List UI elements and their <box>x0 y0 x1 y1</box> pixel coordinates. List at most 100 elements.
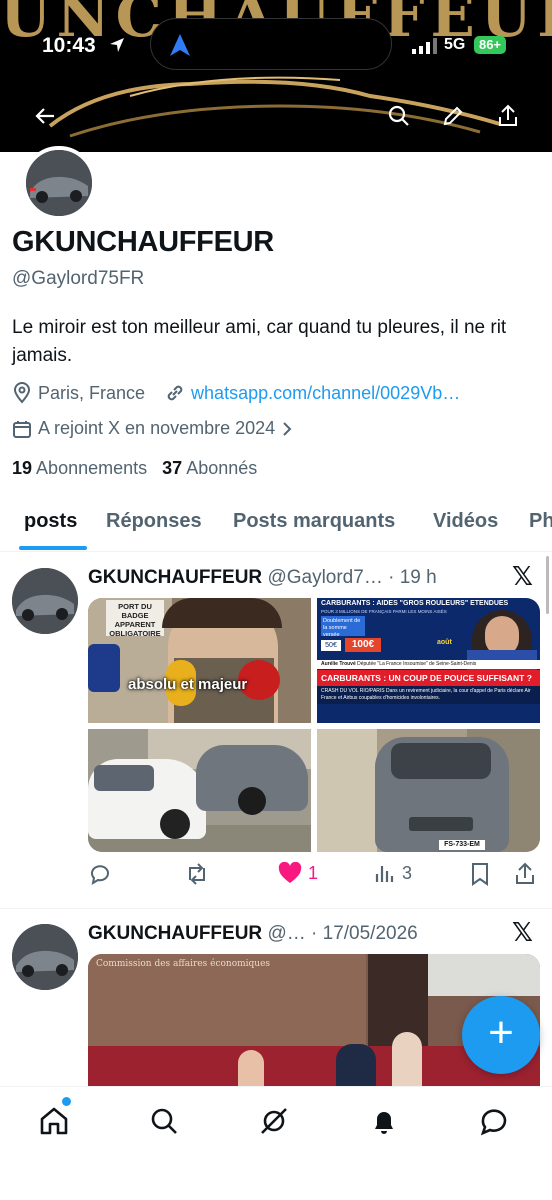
tv-speaker-name: Aurélie Trouvé <box>321 661 356 667</box>
views-button[interactable]: 3 <box>374 862 412 884</box>
heart-filled-icon <box>278 862 302 883</box>
scrollbar[interactable] <box>546 556 549 614</box>
post-handle: @… <box>267 923 306 944</box>
media-tile-tv[interactable]: CARBURANTS : AIDES "GROS ROULEURS" ÉTEND… <box>317 598 540 723</box>
views-count: 3 <box>402 862 413 883</box>
tv-price-to: 100€ <box>345 638 381 652</box>
like-button[interactable]: 1 <box>278 862 318 884</box>
notification-dot <box>62 1097 71 1106</box>
signal-bars-icon <box>412 38 437 54</box>
bottom-navigation <box>0 1086 552 1200</box>
license-plate: FS-733-EM <box>439 840 485 850</box>
wall-text: Commission des affaires économiques <box>96 959 271 969</box>
media-tile-press[interactable]: PORT DU BADGE APPARENT OBLIGATOIRE absol… <box>88 598 311 723</box>
status-time: 10:43 <box>42 34 96 57</box>
tv-header: CARBURANTS : AIDES "GROS ROULEURS" ÉTEND… <box>321 600 509 607</box>
post-header: GKUNCHAUFFEUR @… · 17/05/2026 <box>88 923 418 945</box>
dynamic-island <box>150 18 392 70</box>
media-tile-parked-cars[interactable] <box>88 729 311 852</box>
post-divider <box>0 908 552 909</box>
follow-stats: 19 Abonnements 37 Abonnés <box>12 458 257 479</box>
battery-indicator: 86+ <box>474 36 506 54</box>
share-button[interactable] <box>493 101 523 131</box>
profile-joined: A rejoint X en novembre 2024 <box>38 418 276 438</box>
tab-videos[interactable]: Vidéos <box>433 510 498 533</box>
active-tab-indicator <box>19 546 87 550</box>
network-type: 5G <box>444 36 466 53</box>
post-media-grid: PORT DU BADGE APPARENT OBLIGATOIRE absol… <box>88 598 540 852</box>
followers-label: Abonnés <box>186 458 258 478</box>
tv-box: Doublement de la somme versée <box>321 616 365 638</box>
repost-button[interactable] <box>184 862 216 886</box>
tab-replies[interactable]: Réponses <box>106 510 202 533</box>
x-logo-icon: 𝕏 <box>512 562 533 592</box>
media-tile-grey-car[interactable]: FS-733-EM <box>317 729 540 852</box>
location-pin-icon <box>13 382 31 404</box>
following-link[interactable]: 19 Abonnements <box>12 458 147 478</box>
search-button[interactable] <box>384 101 414 131</box>
tv-month: août <box>437 639 452 646</box>
video-caption: absolu et majeur <box>128 676 248 693</box>
tv-banner: CARBURANTS : UN COUP DE POUCE SUFFISANT … <box>317 670 540 686</box>
pencil-icon <box>443 106 463 126</box>
share-icon <box>499 104 517 126</box>
bookmark-button[interactable] <box>470 862 490 886</box>
x-logo-icon: 𝕏 <box>512 918 533 948</box>
navigation-arrow-icon <box>170 34 190 56</box>
profile-joined-row[interactable]: A rejoint X en novembre 2024 <box>12 418 293 439</box>
profile-avatar[interactable] <box>22 146 96 220</box>
tab-highlights[interactable]: Posts marquants <box>233 510 395 533</box>
post-time: · 17/05/2026 <box>311 923 418 944</box>
post-author[interactable]: GKUNCHAUFFEUR <box>88 923 262 944</box>
tab-photos[interactable]: Ph <box>529 510 552 533</box>
chevron-right-icon <box>283 421 292 436</box>
followers-link[interactable]: 37 Abonnés <box>162 458 257 478</box>
views-chart-icon <box>375 866 394 882</box>
tv-subheader: POUR 3 MILLIONS DE FRANÇAIS PARMI LES MO… <box>321 609 447 614</box>
post-avatar[interactable] <box>12 568 78 634</box>
repost-icon <box>189 863 205 885</box>
reply-button[interactable] <box>88 862 118 886</box>
link-icon <box>167 385 183 401</box>
post-avatar[interactable] <box>12 924 78 990</box>
post-header: GKUNCHAUFFEUR @Gaylord7… · 19 h <box>88 567 437 589</box>
back-arrow-icon <box>35 108 54 124</box>
post-handle: @Gaylord7… <box>267 567 383 588</box>
back-button[interactable] <box>30 101 60 131</box>
search-icon <box>151 1108 177 1134</box>
grok-icon <box>261 1108 287 1134</box>
followers-count: 37 <box>162 458 183 478</box>
avatar-car-image <box>12 568 78 634</box>
profile-handle: @Gaylord75FR <box>12 268 145 289</box>
bell-icon <box>375 1112 393 1134</box>
compose-post-button[interactable]: + <box>462 996 540 1074</box>
profile-name: GKUNCHAUFFEUR <box>12 226 274 258</box>
avatar-car-image <box>26 150 92 216</box>
profile-bio: Le miroir est ton meilleur ami, car quan… <box>12 317 507 366</box>
tv-price-from: 50€ <box>321 640 341 651</box>
share-icon <box>516 862 534 884</box>
tv-ticker: CRASH DU VOL RIO/PARIS Dans un reviremen… <box>317 686 540 704</box>
post-author[interactable]: GKUNCHAUFFEUR <box>88 567 262 588</box>
profile-location: Paris, France <box>38 382 146 403</box>
following-label: Abonnements <box>36 458 148 478</box>
tab-posts[interactable]: posts <box>24 510 77 533</box>
badge-sign: PORT DU BADGE APPARENT OBLIGATOIRE <box>106 600 164 638</box>
home-icon <box>40 1107 68 1135</box>
profile-website-link[interactable]: whatsapp.com/channel/0029Vb… <box>191 383 460 404</box>
nav-messages[interactable] <box>476 1103 512 1139</box>
location-arrow-icon <box>110 38 124 52</box>
profile-tabs: posts Réponses Posts marquants Vidéos Ph <box>0 500 552 552</box>
nav-search[interactable] <box>146 1103 182 1139</box>
bookmark-icon <box>472 863 488 886</box>
post-actions: 1 3 <box>88 862 540 892</box>
nav-notifications[interactable] <box>366 1103 402 1139</box>
calendar-icon <box>13 420 31 438</box>
share-post-button[interactable] <box>514 862 536 886</box>
nav-home[interactable] <box>36 1103 72 1139</box>
following-count: 19 <box>12 458 33 478</box>
edit-button[interactable] <box>438 101 468 131</box>
nav-grok[interactable] <box>256 1103 292 1139</box>
reply-icon <box>91 865 109 886</box>
like-count: 1 <box>308 862 319 883</box>
